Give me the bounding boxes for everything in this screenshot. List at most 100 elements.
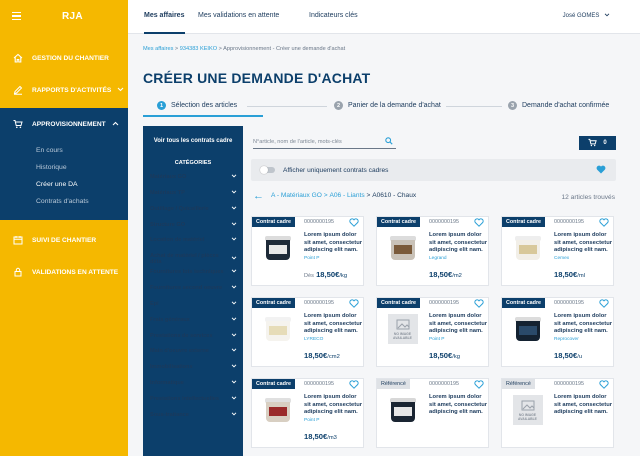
search-icon[interactable] — [385, 137, 393, 147]
category-label: Fournitures lots techniques — [150, 269, 224, 276]
sidebar-item-validations[interactable]: VALIDATIONS EN ATTENTE — [0, 256, 128, 288]
tab-indicateurs[interactable]: Indicateurs clés — [309, 12, 358, 19]
submenu-item-historique[interactable]: Historique — [36, 159, 128, 176]
category-label: Matériaux GO — [150, 174, 187, 180]
category-item[interactable]: Location de matériel — [150, 237, 237, 243]
back-arrow-icon[interactable]: ← — [253, 190, 264, 201]
chevron-down-icon — [231, 332, 237, 339]
favorite-heart-icon[interactable] — [349, 380, 359, 391]
step-2: 2 Panier de la demande d'achat — [334, 101, 441, 110]
step-connector — [446, 106, 502, 107]
favorite-heart-icon[interactable] — [599, 380, 609, 391]
category-item[interactable]: Outillage / Quicaillerie — [150, 206, 237, 212]
product-image — [514, 236, 541, 260]
category-item[interactable]: Matériaux GO — [150, 174, 237, 180]
cart-button[interactable]: 0 — [579, 136, 616, 150]
sidebar-item-approvisionnement[interactable]: APPROVISIONNEMENT — [0, 108, 128, 140]
product-card[interactable]: Contrat cadre 0000000195 Lorem ipsum dolor… — [251, 216, 364, 286]
category-label: Achat de matériel / pièces déta — [150, 253, 219, 266]
category-item[interactable]: Sous-traitance — [150, 412, 237, 418]
article-reference: 0000000195 — [304, 219, 334, 225]
product-card[interactable]: Contrat cadre 0000000195 Lorem ipsum dolor… — [501, 216, 614, 286]
product-description: Lorem ipsum dolor sit amet, consectetur … — [304, 232, 362, 254]
category-item[interactable]: Epi — [150, 301, 237, 307]
cart-icon — [588, 138, 598, 149]
price-value: 18,50€ — [304, 432, 328, 441]
all-contracts-link[interactable]: Voir tous les contrats cadre — [143, 126, 243, 144]
favorite-heart-icon[interactable] — [599, 218, 609, 229]
pen-icon — [12, 84, 24, 96]
product-price: 18,50€/m2 — [429, 270, 462, 279]
no-image-placeholder: NO IMAGE AVAILABLE — [387, 314, 418, 344]
category-item[interactable]: Main d'oeuvre externe — [150, 348, 237, 354]
path-segment-2[interactable]: A06 - Liants — [329, 192, 364, 199]
category-item[interactable]: Informatique — [150, 380, 237, 386]
favorite-heart-icon[interactable] — [599, 299, 609, 310]
category-item[interactable]: Prestations de services — [150, 333, 237, 339]
category-label: Outillage / Quicaillerie — [150, 205, 209, 212]
image-icon — [521, 400, 534, 410]
home-icon — [12, 52, 24, 64]
product-card[interactable]: Contrat cadre 0000000195 Lorem ipsum dolor… — [501, 297, 614, 367]
breadcrumb: Mes affaires > 934383 KEIKO > Approvisio… — [143, 46, 346, 52]
sidebar-item-label: APPROVISIONNEMENT — [32, 120, 106, 128]
submenu-item-en-cours[interactable]: En cours — [36, 142, 128, 159]
article-reference: 0000000195 — [554, 300, 584, 306]
favorite-heart-icon[interactable] — [474, 218, 484, 229]
user-menu[interactable]: José GOMES — [563, 13, 610, 19]
sidebar-item-gestion-chantier[interactable]: GESTION DU CHANTIER — [0, 42, 128, 74]
path-segment-1[interactable]: A - Matériaux GO — [271, 192, 322, 199]
tab-mes-validations[interactable]: Mes validations en attente — [198, 12, 279, 19]
tab-mes-affaires[interactable]: Mes affaires — [144, 12, 184, 19]
contracts-only-toggle[interactable] — [260, 166, 275, 174]
product-brand: Reprocover — [554, 337, 579, 342]
submenu-item-contrats[interactable]: Contrats d'achats — [36, 193, 128, 210]
price-value: 18,50€ — [304, 351, 328, 360]
price-unit: /kg — [452, 354, 460, 360]
submenu-item-creer-da[interactable]: Créer une DA — [36, 176, 128, 193]
category-item[interactable]: Structure GO — [150, 222, 237, 228]
page-title: CRÉER UNE DEMANDE D'ACHAT — [143, 70, 371, 86]
step-number: 1 — [157, 101, 166, 110]
favorite-heart-icon[interactable] — [349, 299, 359, 310]
article-reference: 0000000195 — [429, 381, 459, 387]
product-card[interactable]: Contrat cadre 0000000195 Lorem ipsum dolor… — [251, 378, 364, 448]
product-description: Lorem ipsum dolor sit amet, consectetur … — [554, 313, 612, 335]
favorite-heart-icon[interactable] — [474, 299, 484, 310]
category-label: Matériaux TP — [150, 189, 185, 196]
breadcrumb-current: Approvisionnement - Créer une demande d'… — [223, 46, 346, 52]
sidebar-item-rapports[interactable]: RAPPORTS D'ACTIVITÉS — [0, 74, 128, 106]
product-card[interactable]: Contrat cadre 0000000195 Lorem ipsum dolor… — [251, 297, 364, 367]
product-description: Lorem ipsum dolor sit amet, consectetur … — [429, 313, 487, 335]
article-reference: 0000000195 — [304, 300, 334, 306]
sidebar-item-label: RAPPORTS D'ACTIVITÉS — [32, 86, 112, 94]
category-item[interactable]: Matériaux TP — [150, 190, 237, 196]
product-card[interactable]: Référencé 0000000195 NO IMAGE AVAILABLE Lor… — [501, 378, 614, 448]
sidebar-item-suivi-chantier[interactable]: SUIVI DE CHANTIER — [0, 224, 128, 256]
category-item[interactable]: Frais généraux — [150, 317, 237, 323]
menu-icon[interactable] — [0, 0, 32, 32]
top-bar: Mes affaires Mes validations en attente … — [128, 0, 640, 34]
step-1: 1 Sélection des articles — [157, 101, 237, 110]
article-reference: 0000000195 — [429, 300, 459, 306]
favorites-heart-icon[interactable] — [596, 165, 606, 176]
product-card[interactable]: Contrat cadre 0000000195 Lorem ipsum dolor… — [376, 216, 489, 286]
category-item[interactable]: Achat de matériel / pièces déta — [150, 253, 237, 265]
chevron-down-icon — [231, 364, 237, 370]
sidebar-item-label: GESTION DU CHANTIER — [32, 54, 109, 62]
category-item[interactable]: Prestations intellectuelles — [150, 396, 237, 402]
category-item[interactable]: Fournitures lots techniques — [150, 269, 237, 275]
chevron-down-icon — [231, 190, 237, 196]
product-card[interactable]: Contrat cadre 0000000195 NO IMAGE AVAILABL… — [376, 297, 489, 367]
breadcrumb-link-affaires[interactable]: Mes affaires — [143, 46, 173, 52]
search-input[interactable]: N°article, nom de l'article, mots-clés — [253, 135, 396, 149]
category-item[interactable]: Fournitures second oeuvre — [150, 285, 237, 291]
category-item[interactable]: Immobilisations — [150, 364, 237, 370]
lock-icon — [12, 266, 24, 278]
category-path: ← A - Matériaux GO > A06 - Liants > A061… — [253, 189, 417, 202]
product-card[interactable]: Référencé 0000000195 Lorem ipsum dolor sit… — [376, 378, 489, 448]
breadcrumb-link-affaire[interactable]: 934383 KEIKO — [180, 46, 217, 52]
favorite-heart-icon[interactable] — [349, 218, 359, 229]
product-description: Lorem ipsum dolor sit amet, consectetur … — [429, 232, 487, 254]
favorite-heart-icon[interactable] — [474, 380, 484, 391]
